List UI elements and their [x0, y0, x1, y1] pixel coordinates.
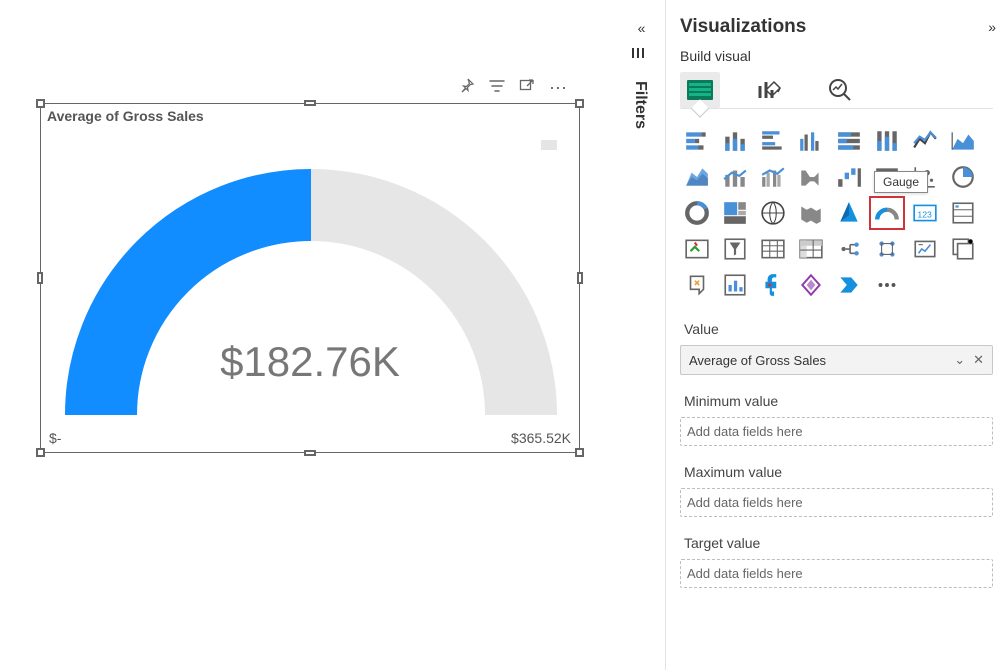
- pie-chart-icon[interactable]: [946, 161, 980, 193]
- smart-narrative-icon[interactable]: [718, 269, 752, 301]
- pin-icon[interactable]: [459, 78, 475, 99]
- area-chart-icon[interactable]: [946, 125, 980, 157]
- line-stacked-column-icon[interactable]: [718, 161, 752, 193]
- target-field-well[interactable]: Add data fields here: [680, 559, 993, 588]
- pane-title: Visualizations: [680, 16, 806, 38]
- clustered-bar-chart-icon[interactable]: [756, 125, 790, 157]
- decomposition-tree-icon[interactable]: [946, 233, 980, 265]
- tab-fields[interactable]: [680, 72, 720, 108]
- svg-text:123: 123: [917, 209, 932, 219]
- table-icon[interactable]: [756, 233, 790, 265]
- ribbon-chart-icon[interactable]: [794, 161, 828, 193]
- filters-icon: [632, 46, 648, 63]
- gauge-icon[interactable]: Gauge: [870, 197, 904, 229]
- gauge-body: $182.76K $- $365.52K: [41, 130, 579, 452]
- visualizations-pane: Visualizations » Build visual: [665, 0, 1005, 670]
- target-well-section: Target value Add data fields here: [680, 525, 993, 588]
- visual-toolbar: ⋯: [459, 78, 568, 99]
- visualization-picker: Gauge 123: [680, 123, 993, 311]
- tab-format[interactable]: [750, 72, 790, 108]
- min-label: Minimum value: [680, 383, 993, 417]
- clustered-column-chart-icon[interactable]: [794, 125, 828, 157]
- line-clustered-column-icon[interactable]: [756, 161, 790, 193]
- report-canvas: ⋯ Average of Gross Sales $182.76K $- $36…: [0, 0, 610, 670]
- stacked-column-chart-icon[interactable]: [718, 125, 752, 157]
- kpi-icon[interactable]: [680, 233, 714, 265]
- resize-handle[interactable]: [36, 99, 45, 108]
- key-influencers-icon[interactable]: [908, 233, 942, 265]
- tab-analytics[interactable]: [820, 72, 860, 108]
- power-automate-icon[interactable]: [832, 269, 866, 301]
- max-well-section: Maximum value Add data fields here: [680, 454, 993, 517]
- resize-handle[interactable]: [304, 100, 316, 106]
- gauge-tooltip: Gauge: [874, 171, 928, 193]
- card-icon[interactable]: 123: [908, 197, 942, 229]
- gauge-visual[interactable]: Average of Gross Sales $182.76K $- $365.…: [40, 103, 580, 453]
- azure-map-icon[interactable]: [832, 197, 866, 229]
- gauge-min-label: $-: [49, 430, 61, 446]
- value-field-well[interactable]: Average of Gross Sales ⌄ ✕: [680, 345, 993, 375]
- map-icon[interactable]: [756, 197, 790, 229]
- python-visual-icon[interactable]: [870, 233, 904, 265]
- more-visuals-icon[interactable]: [870, 269, 904, 301]
- filters-label: Filters: [631, 81, 649, 129]
- waterfall-chart-icon[interactable]: [832, 161, 866, 193]
- r-visual-icon[interactable]: [832, 233, 866, 265]
- line-chart-icon[interactable]: [908, 125, 942, 157]
- max-label: Maximum value: [680, 454, 993, 488]
- filters-pane-collapsed[interactable]: « Filters: [625, 20, 655, 129]
- treemap-icon[interactable]: [718, 197, 752, 229]
- pane-subtitle: Build visual: [680, 48, 993, 64]
- 100-stacked-column-chart-icon[interactable]: [870, 125, 904, 157]
- focus-mode-icon[interactable]: [519, 78, 535, 99]
- qa-visual-icon[interactable]: [680, 269, 714, 301]
- mode-tabs: [680, 72, 993, 109]
- visual-title: Average of Gross Sales: [47, 108, 204, 124]
- remove-field-icon[interactable]: ✕: [973, 352, 984, 368]
- stacked-bar-chart-icon[interactable]: [680, 125, 714, 157]
- more-options-icon[interactable]: ⋯: [549, 78, 568, 99]
- value-label: Value: [680, 311, 993, 345]
- target-label: Target value: [680, 525, 993, 559]
- slicer-icon[interactable]: [718, 233, 752, 265]
- value-field-name: Average of Gross Sales: [689, 353, 826, 368]
- resize-handle[interactable]: [575, 99, 584, 108]
- power-apps-icon[interactable]: [794, 269, 828, 301]
- min-well-section: Minimum value Add data fields here: [680, 383, 993, 446]
- gauge-value: $182.76K: [41, 338, 579, 386]
- expand-pane-icon[interactable]: »: [988, 19, 993, 35]
- chevron-down-icon[interactable]: ⌄: [954, 352, 965, 368]
- min-field-well[interactable]: Add data fields here: [680, 417, 993, 446]
- filter-icon[interactable]: [489, 78, 505, 99]
- max-field-well[interactable]: Add data fields here: [680, 488, 993, 517]
- multi-row-card-icon[interactable]: [946, 197, 980, 229]
- 100-stacked-bar-chart-icon[interactable]: [832, 125, 866, 157]
- donut-chart-icon[interactable]: [680, 197, 714, 229]
- gauge-max-label: $365.52K: [511, 430, 571, 446]
- collapse-icon: «: [638, 20, 643, 36]
- paginated-report-icon[interactable]: [756, 269, 790, 301]
- stacked-area-chart-icon[interactable]: [680, 161, 714, 193]
- matrix-icon[interactable]: [794, 233, 828, 265]
- value-well-section: Value Average of Gross Sales ⌄ ✕: [680, 311, 993, 375]
- filled-map-icon[interactable]: [794, 197, 828, 229]
